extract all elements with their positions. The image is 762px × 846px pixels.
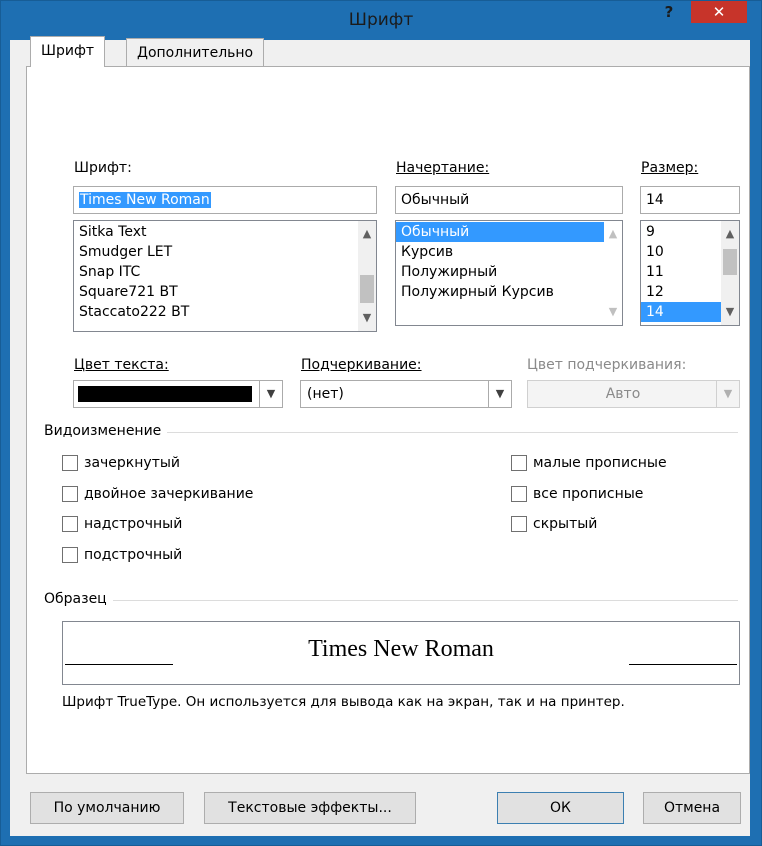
scroll-up-icon[interactable]: ▲ bbox=[358, 225, 376, 243]
scroll-down-icon[interactable]: ▼ bbox=[358, 309, 376, 327]
help-button[interactable]: ? bbox=[653, 1, 685, 29]
cancel-button[interactable]: Отмена bbox=[643, 792, 741, 824]
scroll-up-icon[interactable]: ▲ bbox=[604, 225, 622, 243]
underline-color-value: Авто bbox=[605, 386, 641, 402]
font-list-items: Sitka Text Smudger LET Snap ITC Square721 B… bbox=[74, 221, 376, 322]
preview-description: Шрифт TrueType. Он используется для выво… bbox=[62, 694, 625, 710]
set-default-button[interactable]: По умолчанию bbox=[30, 792, 184, 824]
checkbox-box[interactable] bbox=[511, 486, 527, 502]
style-list-items: Обычный Курсив Полужирный Полужирный Курсив bbox=[396, 221, 622, 302]
chevron-down-icon[interactable]: ▼ bbox=[488, 381, 511, 407]
scroll-thumb[interactable] bbox=[723, 249, 737, 275]
checkbox-box[interactable] bbox=[62, 547, 78, 563]
tab-advanced-label: Дополнительно bbox=[137, 45, 254, 61]
size-input[interactable]: 14 bbox=[640, 186, 740, 214]
checkbox-box[interactable] bbox=[511, 516, 527, 532]
tab-advanced[interactable]: Дополнительно bbox=[126, 38, 265, 67]
style-list-item[interactable]: Обычный bbox=[396, 222, 622, 242]
superscript-checkbox[interactable]: надстрочный bbox=[62, 516, 182, 532]
font-list-item[interactable]: Snap ITC bbox=[74, 262, 376, 282]
style-list-item[interactable]: Курсив bbox=[396, 242, 622, 262]
font-list-item[interactable]: Sitka Text bbox=[74, 222, 376, 242]
checkbox-box[interactable] bbox=[62, 516, 78, 532]
small-caps-checkbox[interactable]: малые прописные bbox=[511, 455, 667, 471]
title-bar[interactable]: Шрифт ? ✕ bbox=[1, 1, 761, 39]
style-list-scrollbar[interactable]: ▲ ▼ bbox=[604, 221, 622, 325]
scroll-down-icon[interactable]: ▼ bbox=[721, 303, 739, 321]
close-button[interactable]: ✕ bbox=[691, 1, 747, 23]
style-input[interactable]: Обычный bbox=[395, 186, 623, 214]
underline-color-select: Авто ▼ bbox=[527, 380, 740, 408]
checkbox-box[interactable] bbox=[511, 455, 527, 471]
hidden-checkbox[interactable]: скрытый bbox=[511, 516, 597, 532]
subscript-checkbox[interactable]: подстрочный bbox=[62, 547, 182, 563]
effects-title: Видоизменение bbox=[44, 423, 168, 439]
font-input[interactable]: Times New Roman bbox=[73, 186, 377, 214]
preview-line-left bbox=[65, 664, 173, 665]
underline-select[interactable]: (нет) ▼ bbox=[300, 380, 512, 408]
strikethrough-label: зачеркнутый bbox=[84, 455, 180, 471]
preview-divider bbox=[44, 600, 738, 601]
underline-color-label: Цвет подчеркивания: bbox=[527, 357, 687, 373]
font-list-item[interactable]: Staccato222 BT bbox=[74, 302, 376, 322]
chevron-down-icon[interactable]: ▼ bbox=[259, 381, 282, 407]
subscript-label: подстрочный bbox=[84, 547, 183, 563]
scroll-thumb[interactable] bbox=[360, 275, 374, 303]
font-list-item[interactable]: Square721 BT bbox=[74, 282, 376, 302]
strikethrough-checkbox[interactable]: зачеркнутый bbox=[62, 455, 180, 471]
font-input-value: Times New Roman bbox=[79, 192, 211, 208]
font-list[interactable]: Sitka Text Smudger LET Snap ITC Square721 B… bbox=[73, 220, 377, 332]
all-caps-label: все прописные bbox=[533, 486, 644, 502]
font-label: Шрифт: bbox=[74, 160, 132, 176]
style-list[interactable]: Обычный Курсив Полужирный Полужирный Курсив… bbox=[395, 220, 623, 326]
underline-value: (нет) bbox=[307, 386, 344, 402]
font-list-scrollbar[interactable]: ▲ ▼ bbox=[358, 221, 376, 331]
scroll-up-icon[interactable]: ▲ bbox=[721, 225, 739, 243]
window-title: Шрифт bbox=[348, 10, 414, 30]
font-list-item[interactable]: Smudger LET bbox=[74, 242, 376, 262]
underline-label: Подчеркивание: bbox=[301, 357, 422, 373]
tab-font-label: Шрифт bbox=[41, 43, 95, 59]
text-color-picker[interactable]: ▼ bbox=[73, 380, 283, 408]
tab-font[interactable]: Шрифт bbox=[30, 36, 106, 67]
checkbox-box[interactable] bbox=[62, 455, 78, 471]
checkbox-box[interactable] bbox=[62, 486, 78, 502]
style-list-item[interactable]: Полужирный Курсив bbox=[396, 282, 622, 302]
size-list[interactable]: 9 10 11 12 14 ▲ ▼ bbox=[640, 220, 740, 326]
preview-line-right bbox=[629, 664, 737, 665]
hidden-label: скрытый bbox=[533, 516, 598, 532]
preview-text: Times New Roman bbox=[308, 636, 494, 662]
style-label: Начертание: bbox=[396, 160, 490, 176]
double-strikethrough-checkbox[interactable]: двойное зачеркивание bbox=[62, 486, 253, 502]
size-list-scrollbar[interactable]: ▲ ▼ bbox=[721, 221, 739, 325]
preview-title: Образец bbox=[44, 591, 113, 607]
ok-button[interactable]: ОК bbox=[497, 792, 624, 824]
text-effects-button[interactable]: Текстовые эффекты... bbox=[204, 792, 416, 824]
superscript-label: надстрочный bbox=[84, 516, 183, 532]
all-caps-checkbox[interactable]: все прописные bbox=[511, 486, 643, 502]
text-color-label: Цвет текста: bbox=[74, 357, 169, 373]
small-caps-label: малые прописные bbox=[533, 455, 667, 471]
size-label: Размер: bbox=[641, 160, 699, 176]
text-color-swatch bbox=[78, 386, 252, 402]
style-list-item[interactable]: Полужирный bbox=[396, 262, 622, 282]
scroll-down-icon[interactable]: ▼ bbox=[604, 303, 622, 321]
chevron-down-icon: ▼ bbox=[716, 381, 739, 407]
preview-box: Times New Roman bbox=[62, 621, 740, 685]
double-strikethrough-label: двойное зачеркивание bbox=[84, 486, 254, 502]
